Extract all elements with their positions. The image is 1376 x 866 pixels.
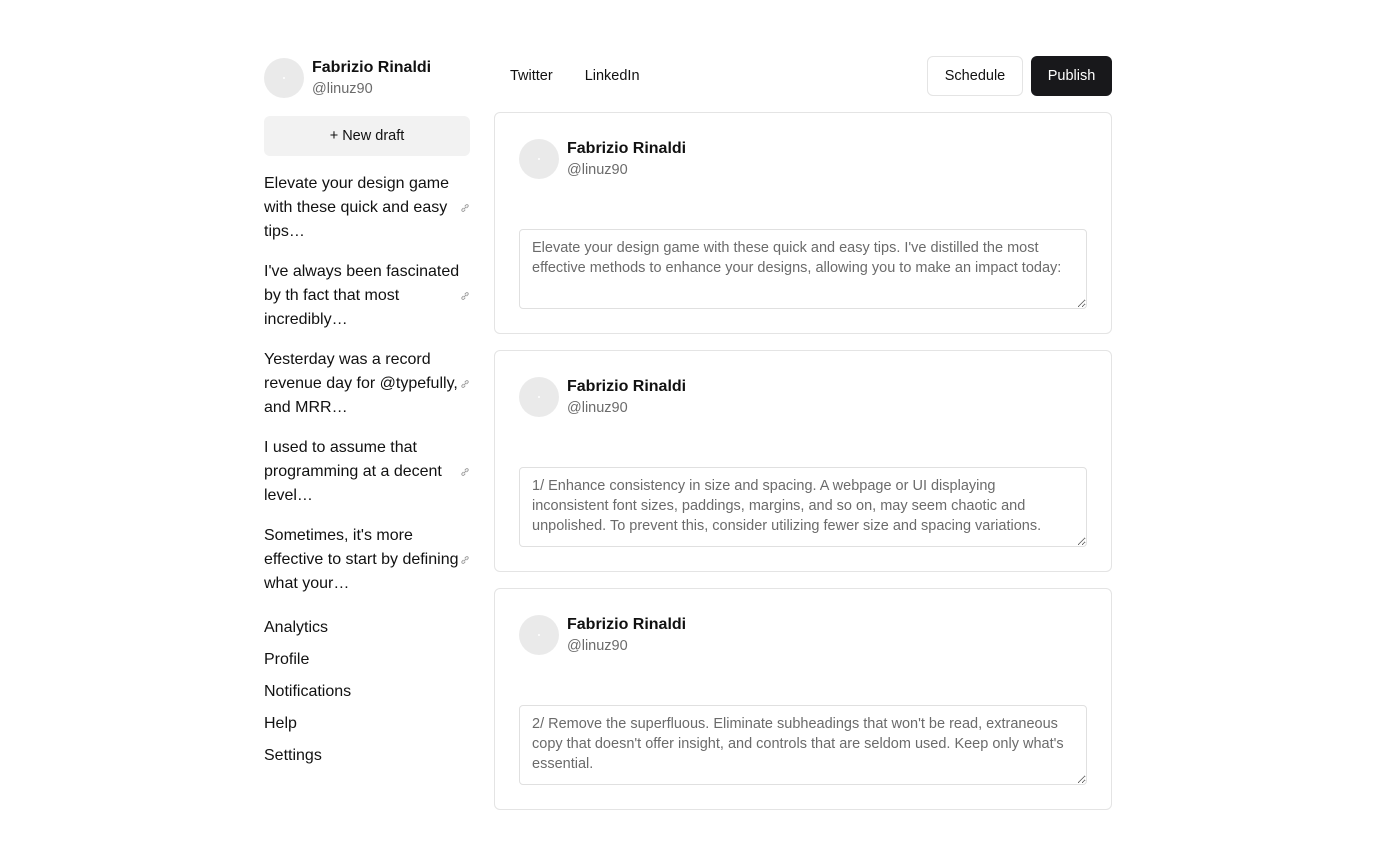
link-icon xyxy=(461,468,469,476)
draft-item-text: Elevate your design game with these quic… xyxy=(264,175,449,240)
header-actions: Schedule Publish xyxy=(927,56,1112,96)
link-icon xyxy=(461,556,469,564)
nav-item-help[interactable]: Help xyxy=(264,708,470,740)
avatar xyxy=(519,615,559,655)
post-author-name: Fabrizio Rinaldi xyxy=(567,616,687,633)
drafts-list: Elevate your design game with these quic… xyxy=(264,172,470,596)
nav-item-settings[interactable]: Settings xyxy=(264,740,470,772)
profile-handle: @linuz90 xyxy=(312,81,373,97)
avatar xyxy=(264,58,304,98)
post-author-handle: @linuz90 xyxy=(567,162,628,178)
publish-button[interactable]: Publish xyxy=(1031,56,1112,96)
draft-item-text: Sometimes, it's more effective to start … xyxy=(264,527,459,592)
avatar xyxy=(519,139,559,179)
post-author-handle: @linuz90 xyxy=(567,400,628,416)
sidebar-nav: Analytics Profile Notifications Help Set… xyxy=(264,612,470,772)
post-card: Fabrizio Rinaldi @linuz90 Elevate your d… xyxy=(494,112,1112,334)
nav-item-notifications[interactable]: Notifications xyxy=(264,676,470,708)
nav-item-profile[interactable]: Profile xyxy=(264,644,470,676)
post-author: Fabrizio Rinaldi @linuz90 xyxy=(519,377,1087,417)
draft-item[interactable]: Sometimes, it's more effective to start … xyxy=(264,524,470,596)
sidebar: Fabrizio Rinaldi @linuz90 + New draft El… xyxy=(264,56,470,772)
link-icon xyxy=(461,204,469,212)
tab-linkedin[interactable]: LinkedIn xyxy=(569,56,656,96)
draft-item[interactable]: Elevate your design game with these quic… xyxy=(264,172,470,244)
post-card: Fabrizio Rinaldi @linuz90 1/ Enhance con… xyxy=(494,350,1112,572)
sidebar-profile[interactable]: Fabrizio Rinaldi @linuz90 xyxy=(264,56,470,100)
thread-editor: Fabrizio Rinaldi @linuz90 Elevate your d… xyxy=(494,112,1112,826)
post-author-name: Fabrizio Rinaldi xyxy=(567,378,687,395)
post-textarea[interactable]: 2/ Remove the superfluous. Eliminate sub… xyxy=(519,705,1087,785)
tab-twitter[interactable]: Twitter xyxy=(494,56,569,96)
post-card: Fabrizio Rinaldi @linuz90 2/ Remove the … xyxy=(494,588,1112,810)
platform-tabs: Twitter LinkedIn xyxy=(494,56,656,96)
nav-item-analytics[interactable]: Analytics xyxy=(264,612,470,644)
link-icon xyxy=(461,380,469,388)
new-draft-button[interactable]: + New draft xyxy=(264,116,470,156)
draft-item[interactable]: I used to assume that programming at a d… xyxy=(264,436,470,508)
post-textarea[interactable]: Elevate your design game with these quic… xyxy=(519,229,1087,309)
avatar xyxy=(519,377,559,417)
post-textarea[interactable]: 1/ Enhance consistency in size and spaci… xyxy=(519,467,1087,547)
post-author-name: Fabrizio Rinaldi xyxy=(567,140,687,157)
post-author: Fabrizio Rinaldi @linuz90 xyxy=(519,615,1087,655)
profile-name: Fabrizio Rinaldi xyxy=(312,59,432,76)
draft-item-text: I used to assume that programming at a d… xyxy=(264,439,442,504)
draft-item[interactable]: I've always been fascinated by th fact t… xyxy=(264,260,470,332)
post-author-handle: @linuz90 xyxy=(567,638,628,654)
draft-item[interactable]: Yesterday was a record revenue day for @… xyxy=(264,348,470,420)
schedule-button[interactable]: Schedule xyxy=(927,56,1023,96)
draft-item-text: Yesterday was a record revenue day for @… xyxy=(264,351,458,416)
draft-item-text: I've always been fascinated by th fact t… xyxy=(264,263,460,328)
link-icon xyxy=(461,292,469,300)
post-author: Fabrizio Rinaldi @linuz90 xyxy=(519,139,1087,179)
